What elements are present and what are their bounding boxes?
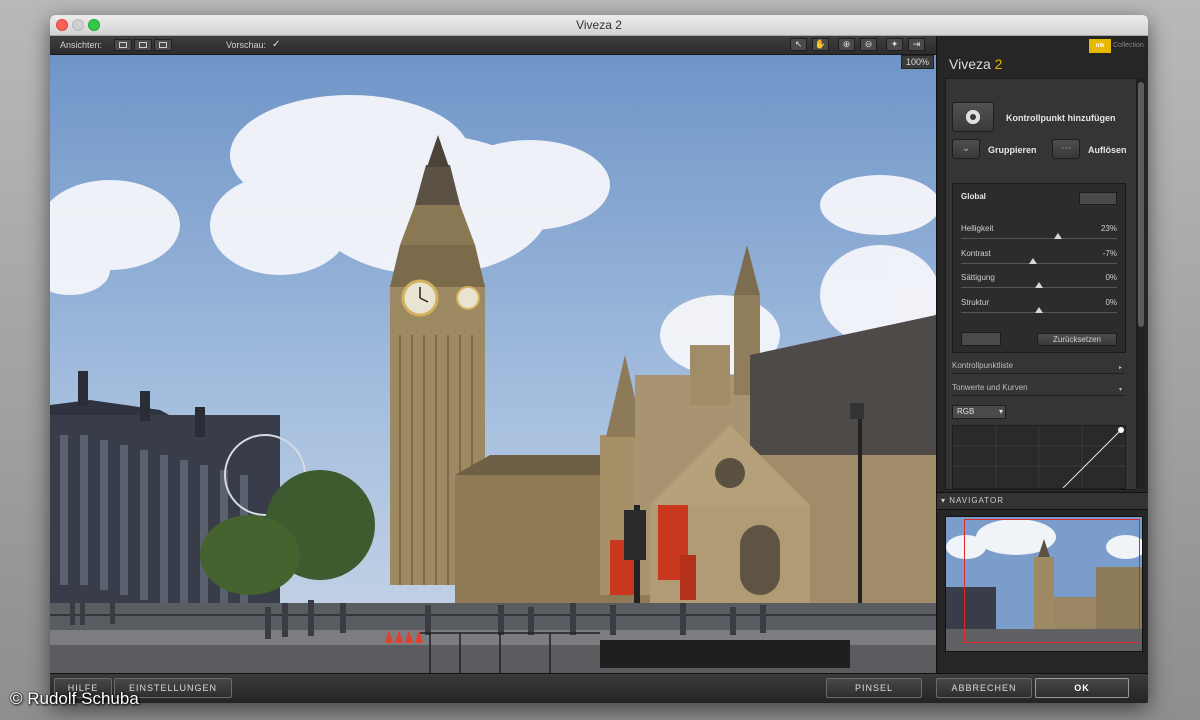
curve-graph: [953, 426, 1125, 488]
plugin-title: Viveza 2: [949, 56, 1002, 72]
control-point-list-section[interactable]: Kontrollpunktliste ▸: [952, 361, 1124, 374]
navigator-thumbnail[interactable]: [945, 516, 1143, 652]
navigator-viewport[interactable]: [964, 519, 1140, 643]
group-label: Gruppieren: [988, 145, 1037, 155]
expand-icon: ▸: [1118, 365, 1122, 371]
slider-label: Struktur: [961, 298, 990, 307]
brightness-slider[interactable]: Helligkeit 23%: [961, 224, 1117, 248]
split-view-button[interactable]: [134, 39, 152, 51]
plugin-version: 2: [994, 56, 1003, 72]
views-label: Ansichten:: [60, 40, 103, 50]
slider-track[interactable]: [961, 238, 1117, 239]
collapse-icon: ▾: [1118, 387, 1122, 393]
photo-preview[interactable]: 100%: [50, 55, 936, 673]
saturation-slider[interactable]: Sättigung 0%: [961, 273, 1117, 297]
chevron-down-icon: ▾: [998, 407, 1003, 416]
slider-value: 0%: [1105, 298, 1117, 307]
group-button[interactable]: ⌄: [952, 139, 980, 159]
navigator-label: NAVIGATOR: [949, 496, 1005, 505]
zoom-out-icon[interactable]: ⊖: [860, 38, 877, 51]
global-options-icon[interactable]: [1079, 192, 1117, 205]
toolbar: Ansichten: Vorschau: ✓ ↖ ✋ ⊕ ⊖ ✦ ⇥: [50, 36, 936, 55]
curve-editor[interactable]: [952, 425, 1126, 489]
plugin-name: Viveza: [949, 56, 991, 72]
more-sliders-toggle[interactable]: [961, 332, 1001, 346]
add-control-point-label: Kontrollpunkt hinzufügen: [1006, 113, 1116, 123]
close-button[interactable]: [56, 19, 68, 31]
ungroup-label: Auflösen: [1088, 145, 1127, 155]
section-label: Tonwerte und Kurven: [952, 383, 1028, 392]
zoom-level[interactable]: 100%: [900, 55, 934, 69]
preview-checkbox[interactable]: ✓: [272, 36, 280, 54]
slider-value: 23%: [1100, 224, 1117, 233]
brush-button[interactable]: PINSEL: [826, 678, 922, 698]
tones-curves-section[interactable]: Tonwerte und Kurven ▾: [952, 383, 1124, 396]
preview-photo: [50, 55, 936, 673]
ungroup-button[interactable]: ⋯: [1052, 139, 1080, 159]
collapse-icon: ▾: [941, 496, 947, 505]
group-icon: ⌄: [961, 143, 971, 154]
brand-subtitle: Collection: [1113, 42, 1144, 49]
minimize-button[interactable]: [72, 19, 84, 31]
zoom-in-icon[interactable]: ⊕: [838, 38, 855, 51]
slider-value: -7%: [1102, 249, 1117, 258]
nik-logo: nik: [1089, 39, 1111, 53]
move-icon[interactable]: ↖: [790, 38, 807, 51]
slider-thumb[interactable]: [1035, 282, 1043, 288]
side-by-side-view-button[interactable]: [154, 39, 172, 51]
slider-label: Kontrast: [961, 249, 991, 258]
navigator-header[interactable]: ▾ NAVIGATOR: [937, 492, 1148, 510]
reset-button[interactable]: Zurücksetzen: [1037, 333, 1117, 346]
copyright-watermark: © Rudolf Schuba: [10, 689, 139, 708]
title-bar: Viveza 2: [50, 15, 1148, 36]
single-view-button[interactable]: [114, 39, 132, 51]
structure-slider[interactable]: Struktur 0%: [961, 298, 1117, 322]
global-section: Global Helligkeit 23% Kontrast -7% Sätti…: [952, 183, 1126, 353]
hand-icon[interactable]: ✋: [812, 38, 829, 51]
ungroup-icon: ⋯: [1061, 143, 1071, 154]
slider-thumb[interactable]: [1035, 307, 1043, 313]
export-icon[interactable]: ⇥: [908, 38, 925, 51]
slider-value: 0%: [1105, 273, 1117, 282]
slider-label: Helligkeit: [961, 224, 994, 233]
cancel-button[interactable]: ABBRECHEN: [936, 678, 1032, 698]
adjustment-panel: Kontrollpunkt hinzufügen ⌄ Gruppieren ⋯ …: [945, 78, 1137, 490]
global-title: Global: [961, 192, 986, 201]
preview-label: Vorschau:: [226, 40, 267, 50]
control-sidebar: nik Collection Viveza 2 Kontrollpunkt hi…: [936, 36, 1148, 673]
section-label: Kontrollpunktliste: [952, 361, 1013, 370]
scrollbar-thumb[interactable]: [1138, 82, 1144, 327]
bulb-icon[interactable]: ✦: [886, 38, 903, 51]
app-window: Viveza 2 Ansichten: Vorschau: ✓ ↖ ✋ ⊕ ⊖ …: [50, 15, 1148, 703]
contrast-slider[interactable]: Kontrast -7%: [961, 249, 1117, 273]
window-title: Viveza 2: [576, 18, 622, 32]
bottom-bar: HILFE EINSTELLUNGEN PINSEL ABBRECHEN OK: [50, 673, 1148, 703]
ok-button[interactable]: OK: [1035, 678, 1129, 698]
slider-track[interactable]: [961, 263, 1117, 264]
slider-label: Sättigung: [961, 273, 995, 282]
sidebar-scrollbar[interactable]: [1137, 78, 1145, 488]
channel-select[interactable]: RGB ▾: [952, 405, 1006, 419]
slider-thumb[interactable]: [1028, 258, 1037, 264]
channel-value: RGB: [957, 407, 975, 416]
slider-thumb[interactable]: [1053, 233, 1062, 239]
control-point-icon: [966, 110, 980, 124]
zoom-button[interactable]: [88, 19, 100, 31]
add-control-point-button[interactable]: [952, 102, 994, 132]
